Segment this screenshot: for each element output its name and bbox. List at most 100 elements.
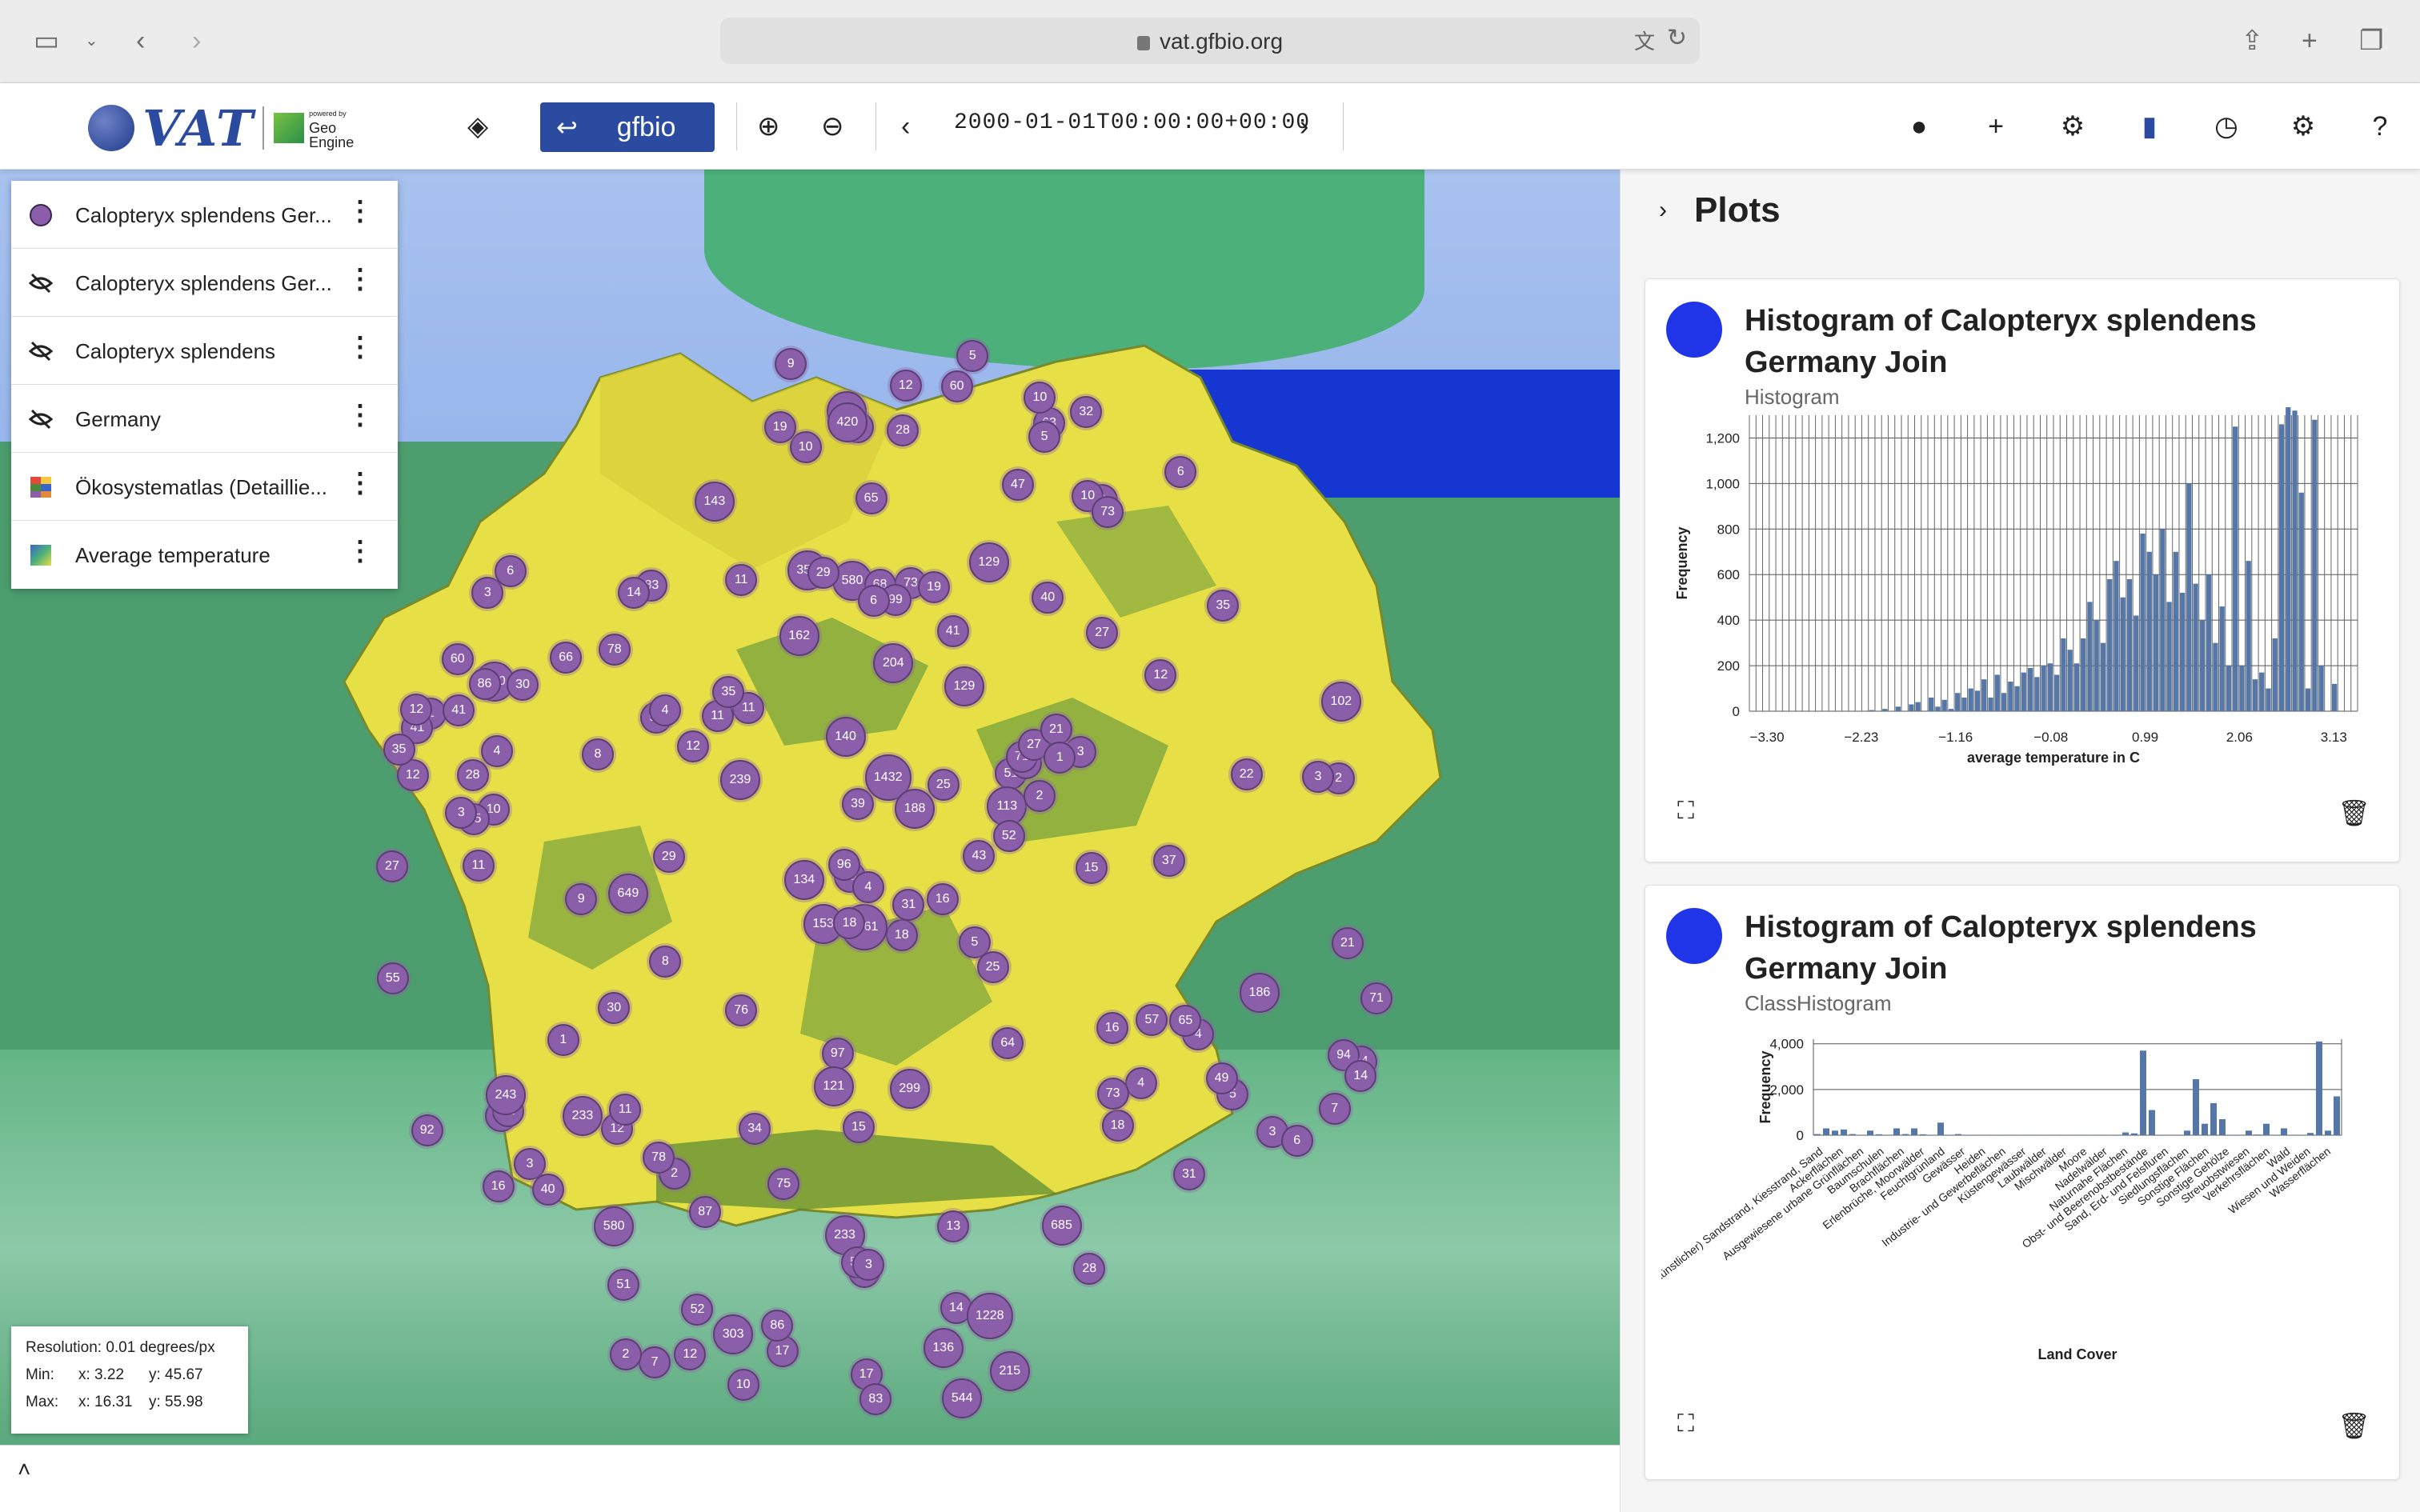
occurrence-cluster[interactable]: 28 <box>456 758 489 791</box>
occurrence-cluster[interactable]: 420 <box>827 402 867 443</box>
occurrence-cluster[interactable]: 243 <box>485 1075 526 1116</box>
occurrence-cluster[interactable]: 129 <box>944 666 984 707</box>
more-vert-icon[interactable]: ⋮ <box>347 535 374 567</box>
layer-item[interactable]: Calopteryx splendens Ger... ⋮ <box>11 181 398 249</box>
occurrence-cluster[interactable]: 25 <box>976 950 1009 983</box>
occurrence-cluster[interactable]: 52 <box>992 820 1025 853</box>
forward-icon[interactable]: › <box>192 22 201 59</box>
visibility-off-icon[interactable] <box>29 339 53 363</box>
occurrence-cluster[interactable]: 40 <box>531 1173 564 1206</box>
occurrence-cluster[interactable]: 19 <box>918 571 951 604</box>
visibility-off-icon[interactable] <box>29 271 53 295</box>
occurrence-cluster[interactable]: 134 <box>783 860 824 901</box>
occurrence-cluster[interactable]: 11 <box>462 850 495 882</box>
occurrence-cluster[interactable]: 22 <box>1230 758 1263 791</box>
occurrence-cluster[interactable]: 30 <box>506 669 539 702</box>
occurrence-cluster[interactable]: 35 <box>383 734 415 766</box>
more-vert-icon[interactable]: ⋮ <box>347 263 374 295</box>
layers-icon[interactable]: ◈ <box>467 106 488 147</box>
chevron-right-icon[interactable]: › <box>1659 197 1667 224</box>
occurrence-cluster[interactable]: 40 <box>1032 581 1064 614</box>
occurrence-cluster[interactable]: 204 <box>873 643 914 683</box>
new-tab-icon[interactable]: + <box>2302 22 2318 59</box>
more-vert-icon[interactable]: ⋮ <box>347 399 374 431</box>
chevron-down-icon[interactable]: ⌄ <box>85 22 98 59</box>
time-icon[interactable]: ◷ <box>2209 109 2244 144</box>
occurrence-cluster[interactable]: 28 <box>1073 1252 1106 1285</box>
occurrence-cluster[interactable]: 6 <box>1280 1124 1313 1157</box>
occurrence-cluster[interactable]: 73 <box>1096 1077 1129 1110</box>
occurrence-cluster[interactable]: 51 <box>607 1268 640 1301</box>
occurrence-cluster[interactable]: 76 <box>725 994 758 1027</box>
occurrence-cluster[interactable]: 78 <box>643 1141 675 1174</box>
zoom-out-icon[interactable]: ⊖ <box>821 106 844 147</box>
occurrence-cluster[interactable]: 18 <box>885 919 918 952</box>
occurrence-cluster[interactable]: 29 <box>652 841 685 874</box>
settings-icon[interactable]: ⚙ <box>2286 109 2321 144</box>
layer-item[interactable]: Average temperature ⋮ <box>11 521 398 589</box>
layer-item[interactable]: Calopteryx splendens Ger... ⋮ <box>11 249 398 317</box>
occurrence-cluster[interactable]: 129 <box>968 542 1009 582</box>
occurrence-cluster[interactable]: 1 <box>547 1023 579 1056</box>
occurrence-cluster[interactable]: 39 <box>842 788 874 821</box>
layer-item[interactable]: Ökosystematlas (Detaillie... ⋮ <box>11 453 398 521</box>
time-display[interactable]: 2000-01-01T00:00:00+00:00 <box>954 110 1310 135</box>
occurrence-cluster[interactable]: 71 <box>1360 982 1392 1014</box>
occurrence-cluster[interactable]: 299 <box>889 1068 930 1109</box>
occurrence-cluster[interactable]: 10 <box>727 1369 759 1402</box>
occurrence-cluster[interactable]: 27 <box>1086 617 1119 650</box>
occurrence-cluster[interactable]: 60 <box>940 370 973 402</box>
occurrence-cluster[interactable]: 65 <box>855 482 887 515</box>
occurrence-cluster[interactable]: 2 <box>609 1338 642 1370</box>
occurrence-cluster[interactable]: 4 <box>1124 1066 1157 1099</box>
fullscreen-icon[interactable]: ⛶ <box>1677 1410 1694 1438</box>
occurrence-cluster[interactable]: 12 <box>1144 658 1177 691</box>
occurrence-cluster[interactable]: 136 <box>923 1328 964 1369</box>
gfbio-button[interactable]: ↩ gfbio <box>540 102 715 152</box>
occurrence-cluster[interactable]: 16 <box>482 1170 515 1202</box>
occurrence-cluster[interactable]: 35 <box>1207 589 1240 622</box>
translate-icon[interactable]: 文 <box>1634 26 1655 55</box>
occurrence-cluster[interactable]: 7 <box>639 1346 671 1379</box>
add-data-icon[interactable]: + <box>1978 109 2013 144</box>
delete-icon[interactable]: 🗑 <box>2338 1410 2370 1441</box>
occurrence-cluster[interactable]: 28 <box>887 414 920 446</box>
occurrence-cluster[interactable]: 3 <box>445 796 478 829</box>
occurrence-cluster[interactable]: 18 <box>1101 1110 1134 1142</box>
occurrence-cluster[interactable]: 15 <box>1075 852 1108 885</box>
occurrence-cluster[interactable]: 27 <box>375 850 408 882</box>
occurrence-cluster[interactable]: 649 <box>607 873 648 914</box>
share-icon[interactable]: ⇪ <box>2241 22 2264 59</box>
occurrence-cluster[interactable]: 4 <box>649 694 682 727</box>
occurrence-cluster[interactable]: 92 <box>411 1114 443 1147</box>
plots-icon[interactable]: ▮ <box>2132 109 2167 144</box>
occurrence-cluster[interactable]: 685 <box>1041 1205 1082 1246</box>
occurrence-cluster[interactable]: 19 <box>763 411 796 444</box>
layer-item[interactable]: Calopteryx splendens ⋮ <box>11 317 398 385</box>
occurrence-cluster[interactable]: 4 <box>480 734 513 767</box>
occurrence-cluster[interactable]: 6 <box>857 585 890 618</box>
occurrence-cluster[interactable]: 14 <box>618 577 651 610</box>
fullscreen-icon[interactable]: ⛶ <box>1677 798 1694 825</box>
occurrence-cluster[interactable]: 5 <box>956 339 989 372</box>
occurrence-cluster[interactable]: 25 <box>927 769 960 802</box>
reload-icon[interactable]: ↻ <box>1667 24 1687 52</box>
more-vert-icon[interactable]: ⋮ <box>347 195 374 227</box>
occurrence-cluster[interactable]: 12 <box>674 1338 707 1370</box>
more-vert-icon[interactable]: ⋮ <box>347 331 374 363</box>
occurrence-cluster[interactable]: 10 <box>789 431 822 464</box>
delete-icon[interactable]: 🗑 <box>2338 798 2370 828</box>
occurrence-cluster[interactable]: 60 <box>441 643 474 676</box>
occurrence-cluster[interactable]: 5 <box>1028 421 1061 454</box>
occurrence-cluster[interactable]: 239 <box>719 760 760 801</box>
occurrence-cluster[interactable]: 49 <box>1205 1062 1238 1094</box>
occurrence-cluster[interactable]: 3 <box>1302 761 1335 794</box>
occurrence-cluster[interactable]: 3 <box>852 1248 885 1281</box>
occurrence-cluster[interactable]: 75 <box>767 1167 800 1200</box>
occurrence-cluster[interactable]: 102 <box>1320 682 1361 722</box>
occurrence-cluster[interactable]: 11 <box>725 563 758 596</box>
occurrence-cluster[interactable]: 121 <box>813 1066 854 1107</box>
zoom-in-icon[interactable]: ⊕ <box>757 106 780 147</box>
chevron-up-icon[interactable]: ˄ <box>18 1457 30 1482</box>
back-icon[interactable]: ‹ <box>136 22 145 59</box>
